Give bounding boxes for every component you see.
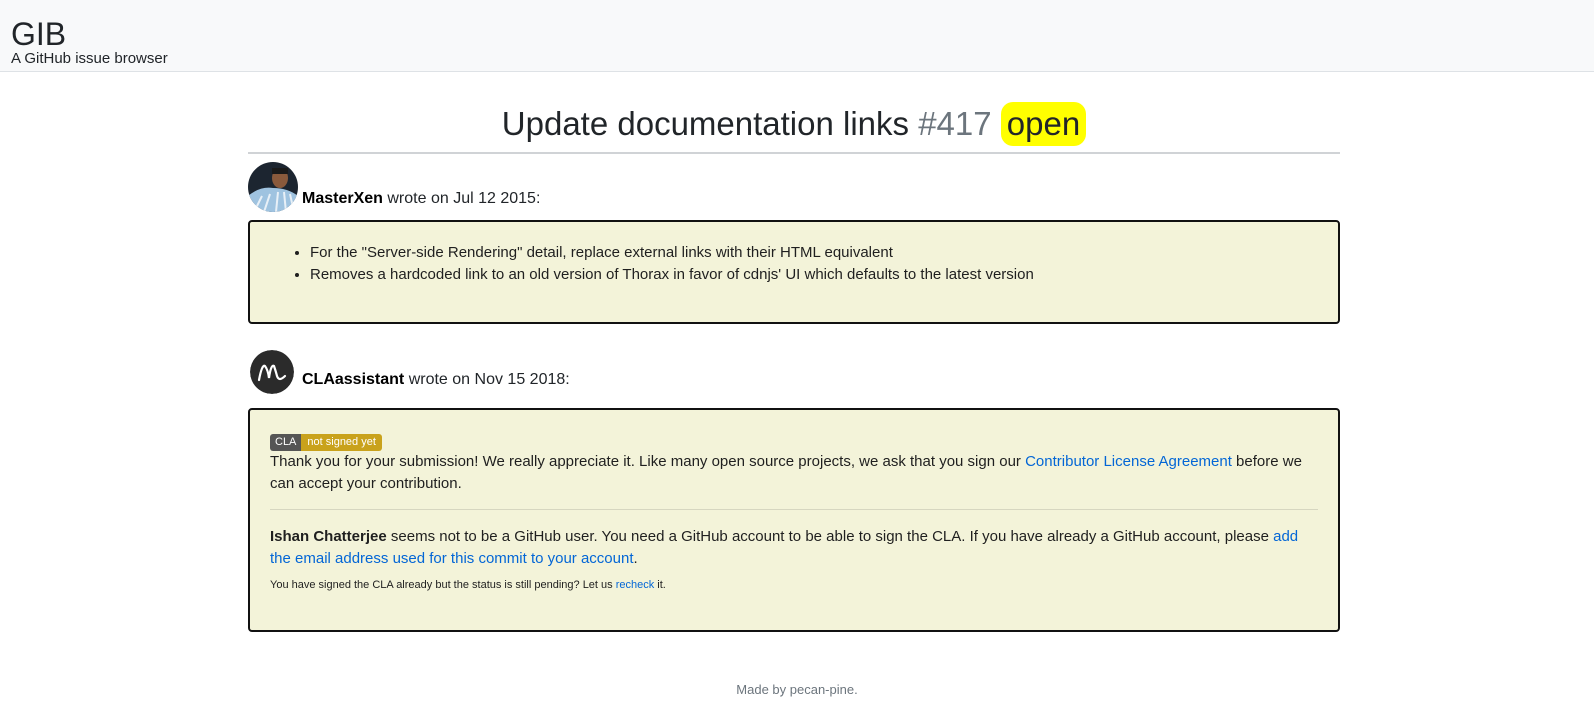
- list-item: Removes a hardcoded link to an old versi…: [310, 264, 1338, 286]
- brand-title[interactable]: GIB: [11, 16, 66, 52]
- comment-2: CLAassistant wrote on Nov 15 2018: CLA n…: [248, 350, 1340, 632]
- comment-meta: MasterXen wrote on Jul 12 2015:: [302, 189, 540, 209]
- top-header: GIB A GitHub issue browser: [0, 0, 1594, 72]
- comment-body: CLA not signed yet Thank you for your su…: [248, 408, 1340, 632]
- recheck-text-end: it.: [654, 579, 666, 591]
- issue-state-badge: open: [1000, 102, 1087, 146]
- bullet-list: For the "Server-side Rendering" detail, …: [250, 222, 1338, 286]
- wrote-on-text: wrote on: [387, 190, 449, 207]
- comment-author[interactable]: MasterXen: [302, 190, 383, 207]
- comment-1: MasterXen wrote on Jul 12 2015: For the …: [248, 162, 1340, 324]
- comment-meta: CLAassistant wrote on Nov 15 2018:: [302, 370, 570, 390]
- issue-title-row: Update documentation links #417 open: [248, 100, 1340, 154]
- brand-tagline: A GitHub issue browser: [11, 50, 168, 67]
- wrote-on-text: wrote on: [408, 371, 471, 388]
- recheck-note: You have signed the CLA already but the …: [270, 578, 1318, 592]
- avatar-claassistant: [250, 350, 294, 394]
- account-text: seems not to be a GitHub user. You need …: [386, 528, 1274, 545]
- issue-number: #417: [918, 105, 992, 142]
- period: .: [633, 550, 638, 567]
- thanks-text: Thank you for your submission! We really…: [270, 453, 1026, 470]
- cla-badge-label: CLA: [270, 434, 302, 451]
- comment-date: Jul 12 2015:: [453, 190, 541, 207]
- issue-title: Update documentation links: [501, 105, 910, 142]
- comment-header: MasterXen wrote on Jul 12 2015:: [248, 162, 1340, 214]
- account-paragraph: Ishan Chatterjee seems not to be a GitHu…: [270, 526, 1318, 570]
- comment-header: CLAassistant wrote on Nov 15 2018:: [248, 350, 1340, 402]
- cla-badge-status: not signed yet: [301, 434, 382, 451]
- thanks-paragraph: Thank you for your submission! We really…: [270, 451, 1318, 495]
- comment-author[interactable]: CLAassistant: [302, 371, 404, 388]
- issue-view: Update documentation links #417 open Mas…: [248, 100, 1340, 632]
- cla-status-badge[interactable]: CLA not signed yet: [270, 434, 382, 451]
- footer-credit: Made by pecan-pine.: [736, 682, 858, 697]
- list-item: For the "Server-side Rendering" detail, …: [310, 242, 1338, 264]
- cla-link[interactable]: Contributor License Agreement: [1025, 453, 1232, 470]
- comment-body: For the "Server-side Rendering" detail, …: [248, 220, 1340, 324]
- comment-date: Nov 15 2018:: [474, 371, 570, 388]
- divider: [270, 509, 1318, 510]
- recheck-text: You have signed the CLA already but the …: [270, 579, 616, 591]
- recheck-link[interactable]: recheck: [616, 579, 655, 591]
- committer-name: Ishan Chatterjee: [270, 528, 387, 545]
- avatar-masterxen: [248, 162, 298, 212]
